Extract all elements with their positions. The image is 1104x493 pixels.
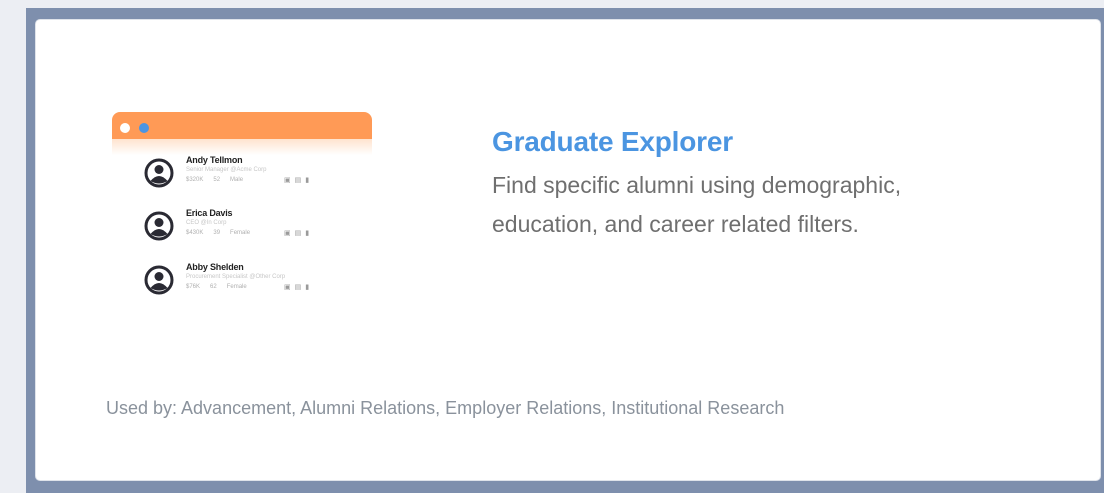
user-avatar-icon (144, 158, 174, 188)
alumni-row: Erica Davis CEO @In Corp $430K 39 Female ▣… (144, 208, 364, 248)
chart-icon: ▮ (305, 177, 310, 184)
alumni-action-icons: ▣ ▤ ▮ (284, 229, 313, 237)
window-dot-icon (120, 123, 130, 133)
card-description: Find specific alumni using demographic, … (492, 172, 902, 237)
alumni-action-icons: ▣ ▤ ▮ (284, 176, 313, 184)
alumni-name: Abby Shelden (186, 262, 244, 272)
user-avatar-icon (144, 211, 174, 241)
mail-icon: ▣ (284, 230, 291, 237)
window-header-bar (112, 112, 372, 139)
chart-icon: ▮ (305, 230, 310, 237)
used-by-text: Used by: Advancement, Alumni Relations, … (106, 398, 785, 418)
alumni-role: Procurement Specialist @Other Corp (186, 274, 286, 280)
alumni-row: Andy Tellmon Senior Manager @Acme Corp $… (144, 155, 364, 195)
mail-icon: ▣ (284, 284, 291, 291)
calendar-icon: ▤ (294, 230, 302, 237)
alumni-list-illustration: Andy Tellmon Senior Manager @Acme Corp $… (112, 112, 372, 302)
window-dot-icon (139, 123, 149, 133)
alumni-stats: $76K 62 Female (186, 284, 247, 290)
alumni-row: Abby Shelden Procurement Specialist @Oth… (144, 262, 364, 302)
calendar-icon: ▤ (294, 177, 302, 184)
graduate-explorer-card[interactable]: Andy Tellmon Senior Manager @Acme Corp $… (36, 20, 1100, 480)
mail-icon: ▣ (284, 177, 291, 184)
alumni-stats: $320K 52 Male (186, 177, 244, 183)
card-title[interactable]: Graduate Explorer (492, 126, 733, 158)
alumni-stats: $430K 39 Female (186, 230, 251, 236)
card-frame: Andy Tellmon Senior Manager @Acme Corp $… (26, 8, 1104, 493)
alumni-name: Andy Tellmon (186, 155, 243, 165)
alumni-action-icons: ▣ ▤ ▮ (284, 283, 313, 291)
alumni-role: CEO @In Corp (186, 220, 227, 226)
alumni-role: Senior Manager @Acme Corp (186, 167, 267, 173)
chart-icon: ▮ (305, 284, 310, 291)
calendar-icon: ▤ (294, 284, 302, 291)
user-avatar-icon (144, 265, 174, 295)
alumni-name: Erica Davis (186, 208, 233, 218)
